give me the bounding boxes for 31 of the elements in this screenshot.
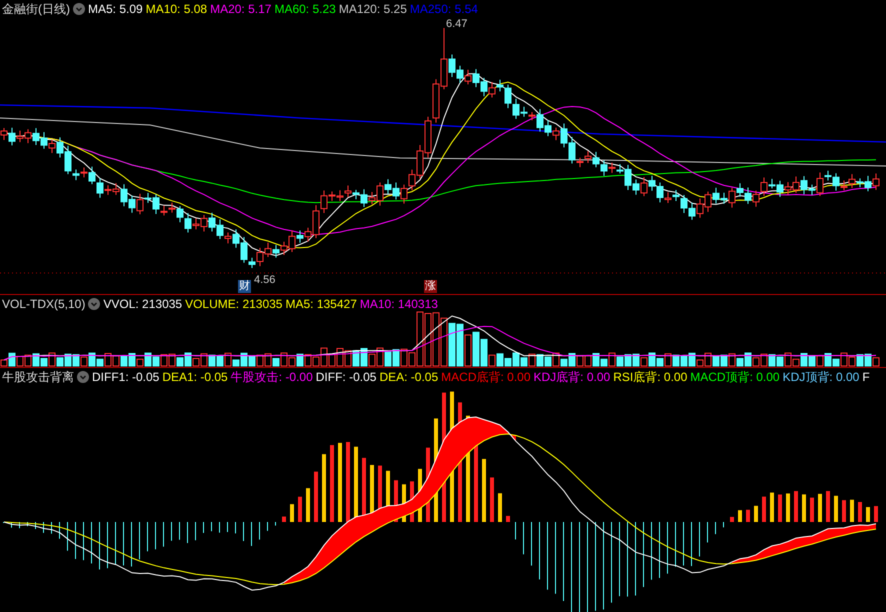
indicator-value: MA10: 5.08 — [146, 1, 208, 17]
chart-title: 牛股攻击背离 — [2, 369, 74, 385]
event-marker[interactable]: 财 — [238, 280, 251, 293]
indicator-value: MA60: 5.23 — [274, 1, 336, 17]
indicator-value: KDJ顶背: 0.00 — [782, 369, 860, 385]
indicator-value: VVOL: 213035 — [103, 296, 182, 312]
indicator-value: DEA: -0.05 — [379, 369, 438, 385]
indicator-value: RSI底背: 0.00 — [613, 369, 688, 385]
chart-title: 金融街(日线) — [2, 1, 70, 17]
high-price-label: 6.47 — [446, 18, 468, 30]
indicator-value: MA10: 140313 — [360, 296, 438, 312]
indicator-value: MA20: 5.17 — [210, 1, 272, 17]
indicator-value: DIFF: -0.05 — [316, 369, 376, 385]
indicator-value: MA5: 135427 — [285, 296, 357, 312]
indicator-value: MA5: 5.09 — [88, 1, 143, 17]
indicator-value: MACD顶背: 0.00 — [690, 369, 780, 385]
indicator-value: MACD底背: 0.00 — [441, 369, 531, 385]
dropdown-icon[interactable] — [77, 371, 89, 383]
event-marker[interactable]: 涨 — [424, 280, 437, 293]
indicator-value: VOLUME: 213035 — [185, 296, 282, 312]
dropdown-icon[interactable] — [73, 3, 85, 15]
indicator-value: MA120: 5.25 — [338, 1, 407, 17]
dropdown-icon[interactable] — [88, 298, 100, 310]
low-price-label: 4.56 — [254, 274, 276, 286]
indicator-value: F — [862, 369, 870, 385]
indicator-value: DIFF1: -0.05 — [92, 369, 160, 385]
indicator-value: KDJ底背: 0.00 — [534, 369, 610, 385]
indicator-value: 牛股攻击: -0.00 — [230, 369, 313, 385]
chart-title: VOL-TDX(5,10) — [2, 296, 86, 312]
indicator-value: MA250: 5.54 — [410, 1, 478, 17]
indicator-value: DEA1: -0.05 — [162, 369, 228, 385]
